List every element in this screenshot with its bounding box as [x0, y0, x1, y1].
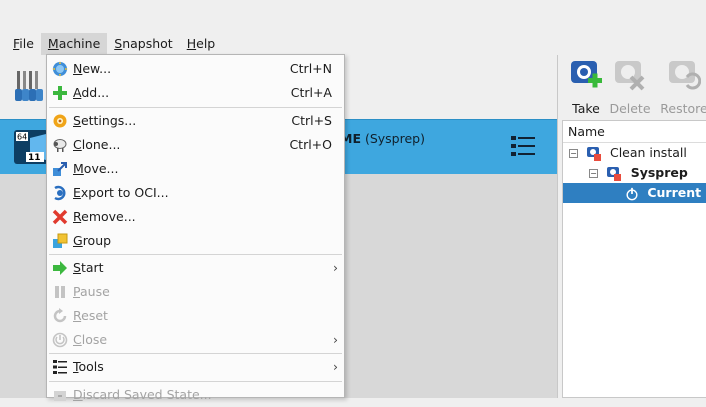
- windows-os-icon: 64 11: [14, 130, 48, 164]
- submenu-chevron-icon: ›: [333, 359, 338, 374]
- snapshot-label: Current S: [647, 185, 706, 200]
- reset-icon: [53, 308, 67, 323]
- current-state-power-icon: [626, 187, 638, 200]
- start-arrow-icon: [53, 261, 67, 275]
- snapshot-row-current-state[interactable]: Current S: [563, 183, 706, 203]
- delete-label: Delete: [609, 101, 651, 116]
- menu-item-pause[interactable]: Pause: [47, 280, 344, 304]
- menu-machine[interactable]: Machine: [40, 33, 108, 55]
- menu-item-remove[interactable]: Remove...: [47, 205, 344, 229]
- shortcut-label: Ctrl+O: [289, 137, 332, 152]
- snapshot-tree: Name − Clean install − Sysprep Current: [562, 120, 706, 398]
- collapse-toggle-icon[interactable]: −: [569, 149, 578, 158]
- discard-icon: [54, 391, 66, 401]
- group-icon: [53, 233, 68, 248]
- export-oci-icon: [54, 185, 66, 201]
- shortcut-label: Ctrl+S: [291, 113, 332, 128]
- move-arrows-icon: [53, 162, 67, 176]
- menu-bar: File Machine Snapshot Help: [0, 33, 706, 55]
- vm-name: ME (Sysprep): [340, 131, 425, 146]
- restore-label: Restore: [660, 101, 706, 116]
- menu-separator: [49, 353, 342, 354]
- menu-item-close[interactable]: Close ›: [47, 328, 344, 352]
- shortcut-label: Ctrl+A: [290, 85, 332, 100]
- restore-snapshot-icon: [669, 61, 702, 90]
- menu-help[interactable]: Help: [180, 33, 223, 55]
- tree-header-name[interactable]: Name: [563, 121, 706, 143]
- menu-item-tools[interactable]: Tools ›: [47, 355, 344, 379]
- menu-item-start[interactable]: Start ›: [47, 256, 344, 280]
- remove-x-icon: [52, 209, 68, 225]
- clone-sheep-icon: [53, 139, 67, 152]
- menu-separator: [49, 107, 342, 108]
- snapshot-label: Sysprep: [630, 165, 688, 180]
- os-badge-11: 11: [28, 153, 41, 163]
- restore-snapshot-button[interactable]: Restore: [656, 59, 706, 119]
- snapshot-row-sysprep[interactable]: − Sysprep: [563, 163, 706, 183]
- snapshot-label: Clean install: [609, 145, 687, 160]
- menu-item-new[interactable]: New... Ctrl+N: [47, 57, 344, 81]
- collapse-toggle-icon[interactable]: −: [589, 169, 598, 178]
- menu-item-export-oci[interactable]: Export to OCI...: [47, 181, 344, 205]
- menu-snapshot[interactable]: Snapshot: [107, 33, 179, 55]
- snapshot-row-clean-install[interactable]: − Clean install: [563, 143, 706, 163]
- new-vm-icon: [52, 61, 68, 77]
- settings-gear-icon: [53, 114, 67, 128]
- tools-list-icon: [53, 360, 67, 374]
- menu-item-discard-saved-state[interactable]: Discard Saved State...: [47, 383, 344, 407]
- take-snapshot-icon: [571, 61, 602, 88]
- machine-menu-dropdown: New... Ctrl+N Add... Ctrl+A Settings... …: [46, 54, 345, 402]
- shortcut-label: Ctrl+N: [289, 61, 332, 76]
- snapshot-icon: [607, 166, 622, 181]
- add-vm-icon: [53, 86, 67, 100]
- menu-item-clone[interactable]: Clone... Ctrl+O: [47, 133, 344, 157]
- global-tools-icon[interactable]: [14, 69, 44, 103]
- pause-icon: [55, 286, 65, 298]
- menu-item-group[interactable]: Group: [47, 229, 344, 253]
- delete-snapshot-button[interactable]: Delete: [602, 59, 658, 119]
- vm-tools-menu-icon[interactable]: [510, 134, 536, 158]
- power-icon: [52, 332, 68, 348]
- os-badge-64: 64: [17, 133, 27, 142]
- submenu-chevron-icon: ›: [333, 260, 338, 275]
- submenu-chevron-icon: ›: [333, 332, 338, 347]
- menu-item-settings[interactable]: Settings... Ctrl+S: [47, 109, 344, 133]
- snapshot-icon: [586, 146, 601, 161]
- menu-separator: [49, 254, 342, 255]
- menu-item-add[interactable]: Add... Ctrl+A: [47, 81, 344, 105]
- menu-item-reset[interactable]: Reset: [47, 304, 344, 328]
- menu-file[interactable]: File: [6, 33, 41, 55]
- window-top-gap: [0, 0, 706, 33]
- menu-separator: [49, 381, 342, 382]
- menu-item-move[interactable]: Move...: [47, 157, 344, 181]
- delete-snapshot-icon: [615, 61, 645, 91]
- snapshot-pane: Take Delete Restore Name − Clean install: [557, 55, 706, 398]
